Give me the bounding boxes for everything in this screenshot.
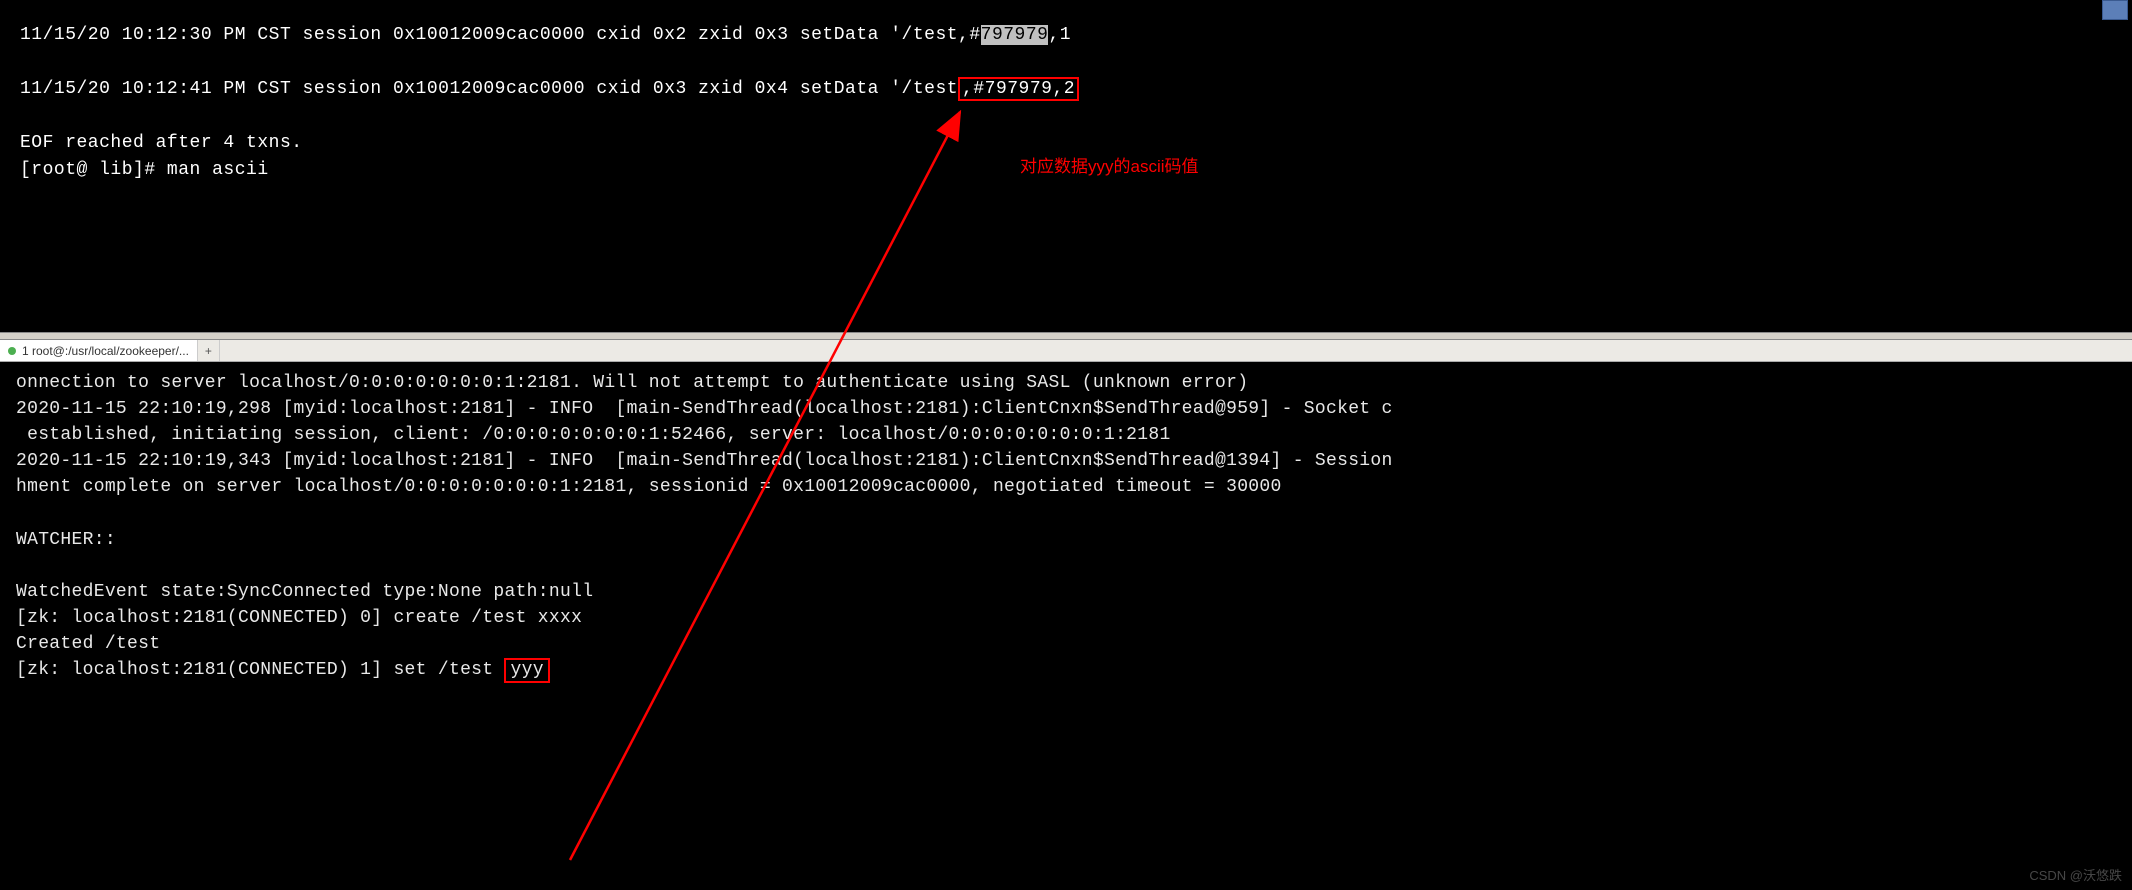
terminal-bottom-content: onnection to server localhost/0:0:0:0:0:… (16, 370, 2116, 683)
add-tab-button[interactable]: + (198, 340, 220, 361)
tab-title: 1 root@:/usr/local/zookeeper/... (22, 344, 189, 358)
annotation-box-bottom: yyy (504, 658, 549, 683)
annotation-box-top: ,#797979,2 (958, 77, 1079, 101)
pane-divider[interactable] (0, 332, 2132, 340)
connection-status-icon (8, 347, 16, 355)
selected-text: 797979 (981, 25, 1049, 45)
watermark: CSDN @沃悠跌 (2029, 865, 2122, 884)
scrollbar-thumb[interactable] (2102, 0, 2128, 20)
terminal-tab[interactable]: 1 root@:/usr/local/zookeeper/... (0, 340, 198, 361)
tab-bar: 1 root@:/usr/local/zookeeper/... + (0, 340, 2132, 362)
annotation-label: 对应数据yyy的ascii码值 (1020, 152, 1199, 177)
terminal-bottom-pane[interactable]: onnection to server localhost/0:0:0:0:0:… (0, 362, 2132, 890)
